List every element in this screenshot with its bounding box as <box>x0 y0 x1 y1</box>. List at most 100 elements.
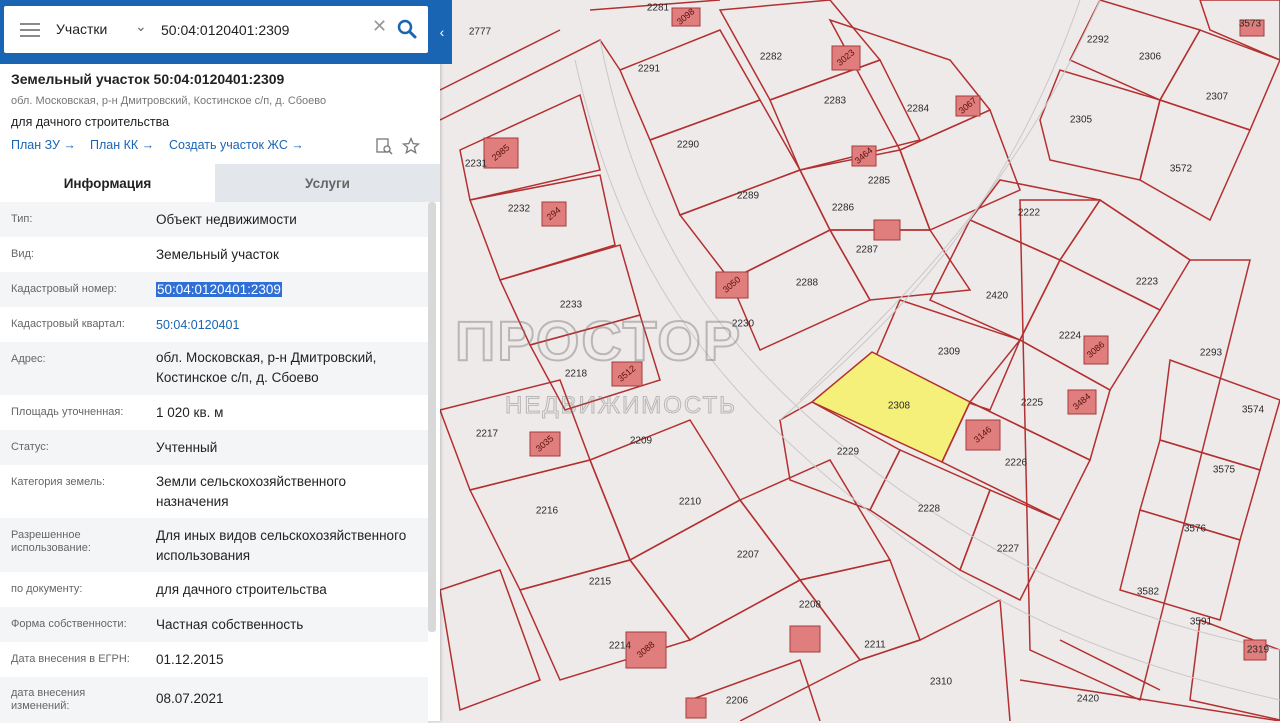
plot-number-label: 2231 <box>465 159 488 170</box>
info-label: Разрешенное использование: <box>11 529 91 554</box>
watermark-subtitle: НЕДВИЖИМОСТЬ <box>505 392 737 419</box>
plot-number-label: 2305 <box>1070 115 1093 126</box>
info-row: Кадастровый номер: 50:04:0120401:2309 <box>0 272 428 307</box>
plot-number-label: 3574 <box>1242 405 1265 416</box>
plot-number-label: 2293 <box>1200 348 1223 359</box>
plot-number-label: 2282 <box>760 52 783 63</box>
info-label: Кадастровый квартал: <box>11 318 125 330</box>
plot-number-label: 2292 <box>1087 35 1110 46</box>
star-icon[interactable] <box>402 137 420 155</box>
plot-number-label: 2288 <box>796 278 819 289</box>
plot-number-label: 2210 <box>679 497 702 508</box>
plot-number-label: 2214 <box>609 641 632 652</box>
plot-number-label: 2229 <box>837 447 860 458</box>
plot-number-label: 2307 <box>1206 92 1229 103</box>
plot-number-label: 2308 <box>888 401 911 412</box>
info-value: Учтенный <box>156 440 218 455</box>
info-value: Частная собственность <box>156 617 304 632</box>
info-label: Адрес: <box>11 353 46 365</box>
plot-number-label: 2227 <box>997 544 1020 555</box>
create-parcel-link[interactable]: Создать участок ЖС → <box>169 138 304 152</box>
info-label: дата внесения изменений: <box>11 687 86 712</box>
search-input[interactable] <box>159 18 373 42</box>
plot-number-label: 3575 <box>1213 465 1236 476</box>
info-label: Вид: <box>11 248 34 260</box>
plot-number-label: 3572 <box>1170 164 1193 175</box>
info-row: Адрес: обл. Московская, р-н Дмитровский,… <box>0 342 428 395</box>
plot-number-label: 2228 <box>918 504 941 515</box>
plot-number-label: 2208 <box>799 600 822 611</box>
plot-number-label: 2207 <box>737 550 760 561</box>
info-value: 08.07.2021 <box>156 691 224 706</box>
info-label: Статус: <box>11 441 49 453</box>
info-row: по документу: для дачного строительства <box>0 572 428 607</box>
plot-number-label: 3582 <box>1137 587 1160 598</box>
plot-number-label: 2290 <box>677 140 700 151</box>
layer-select[interactable]: Участки <box>56 21 107 37</box>
plot-number-label: 2287 <box>856 245 879 256</box>
info-row: Площадь уточненная: 1 020 кв. м <box>0 395 428 430</box>
close-icon[interactable]: ✕ <box>372 16 387 37</box>
menu-icon[interactable] <box>20 20 40 38</box>
info-value: 01.12.2015 <box>156 652 224 667</box>
tab-information[interactable]: Информация <box>0 164 215 202</box>
plan-kk-link[interactable]: План КК → <box>90 138 154 152</box>
info-row: Дата внесения в ЕГРН: 01.12.2015 <box>0 642 428 677</box>
info-row: Вид: Земельный участок <box>0 237 428 272</box>
collapse-panel-button[interactable]: ‹ <box>432 0 452 64</box>
cadastral-number-selected[interactable]: 50:04:0120401:2309 <box>156 282 282 297</box>
plot-number-label: 2206 <box>726 696 749 707</box>
plot-number-label: 2216 <box>536 506 559 517</box>
info-row: Тип: Объект недвижимости <box>0 202 428 237</box>
info-value[interactable]: 50:04:0120401:2309 <box>156 280 426 300</box>
info-row: Разрешенное использование: Для иных видо… <box>0 518 428 572</box>
watermark-title: ПРОСТОР <box>455 309 742 372</box>
plot-number-label: 3576 <box>1184 524 1207 535</box>
plot-number-label: 2285 <box>868 176 891 187</box>
info-label: Форма собственности: <box>11 618 127 630</box>
search-box: Участки ⌄ ✕ <box>4 6 428 53</box>
plot-number-label: 2420 <box>986 291 1009 302</box>
parcel-purpose: для дачного строительства <box>11 115 170 129</box>
plan-zu-link[interactable]: План ЗУ → <box>11 138 76 152</box>
info-value: Земельный участок <box>156 247 279 262</box>
plot-number-label: 2217 <box>476 429 499 440</box>
info-label: Кадастровый номер: <box>11 283 117 295</box>
chevron-down-icon[interactable]: ⌄ <box>135 18 147 35</box>
plot-number-label: 2291 <box>638 64 661 75</box>
parcel-address: обл. Московская, р-н Дмитровский, Костин… <box>11 95 327 107</box>
search-bar: Участки ⌄ ✕ <box>0 0 440 64</box>
info-value: 1 020 кв. м <box>156 405 224 420</box>
plot-number-label: 2777 <box>469 27 492 38</box>
info-value: для дачного строительства <box>156 582 327 597</box>
info-label: по документу: <box>11 583 83 595</box>
info-row: Форма собственности: Частная собственнос… <box>0 607 428 642</box>
info-row: Кадастровый квартал: 50:04:0120401 <box>0 307 428 342</box>
plot-number-label: 2224 <box>1059 331 1082 342</box>
tab-bar: Информация Услуги <box>0 164 440 202</box>
plot-number-label: 3591 <box>1190 617 1213 628</box>
scrollbar[interactable] <box>428 202 436 632</box>
plot-number-label: 2225 <box>1021 398 1044 409</box>
plot-number-label: 2223 <box>1136 277 1159 288</box>
plot-number-label: 2209 <box>630 436 653 447</box>
plot-number-label: 2283 <box>824 96 847 107</box>
info-value: обл. Московская, р-н Дмитровский, Костин… <box>156 350 377 385</box>
tab-services[interactable]: Услуги <box>215 164 440 202</box>
plot-number-label: 2306 <box>1139 52 1162 63</box>
plot-number-label: 2281 <box>647 3 670 14</box>
plot-number-label: 2319 <box>1247 645 1270 656</box>
plot-number-label: 2232 <box>508 204 531 215</box>
plot-number-label: 2222 <box>1018 208 1041 219</box>
info-label: Площадь уточненная: <box>11 406 124 418</box>
info-label: Категория земель: <box>11 476 106 488</box>
plot-number-label: 2286 <box>832 203 855 214</box>
document-search-icon[interactable] <box>375 137 393 155</box>
plot-number-label: 2420 <box>1077 694 1100 705</box>
plot-number-label: 2309 <box>938 347 961 358</box>
plot-number-label: 2211 <box>864 640 886 651</box>
search-icon[interactable] <box>396 18 418 40</box>
cadastral-quarter-link[interactable]: 50:04:0120401 <box>156 315 426 335</box>
info-row: Категория земель: Земли сельскохозяйстве… <box>0 465 428 518</box>
info-label: Дата внесения в ЕГРН: <box>11 653 130 665</box>
